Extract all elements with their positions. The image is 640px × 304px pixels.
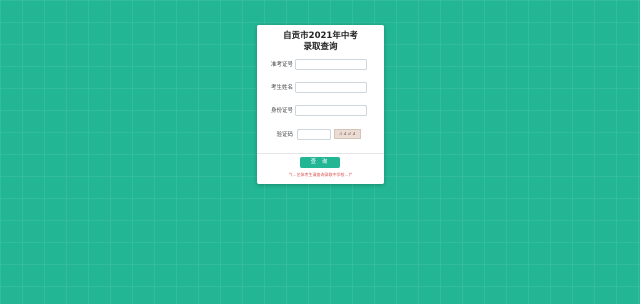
page-title-line1: 自贡市2021年中考 [283, 31, 358, 41]
captcha-label: 验证码 [276, 132, 293, 138]
page-title: 自贡市2021年中考 录取查询 [257, 31, 384, 53]
page-title-line2: 录取查询 [303, 42, 338, 52]
exam-id-label: 准考证号 [270, 62, 293, 68]
name-label: 考生姓名 [270, 85, 293, 91]
id-card-input[interactable] [295, 105, 367, 116]
exam-id-input[interactable] [295, 59, 367, 70]
divider [257, 153, 384, 154]
submit-button[interactable]: 查 询 [300, 157, 340, 168]
captcha-image[interactable]: 3 4 d 4 [334, 129, 361, 139]
notice-text: *(…艺体考生请查询录取中学校…)* [288, 172, 353, 177]
id-card-label: 身份证号 [270, 108, 293, 114]
query-card: 自贡市2021年中考 录取查询 准考证号 考生姓名 身份证号 验证码 3 4 d… [257, 25, 384, 184]
name-input[interactable] [295, 82, 367, 93]
captcha-input[interactable] [297, 129, 331, 140]
